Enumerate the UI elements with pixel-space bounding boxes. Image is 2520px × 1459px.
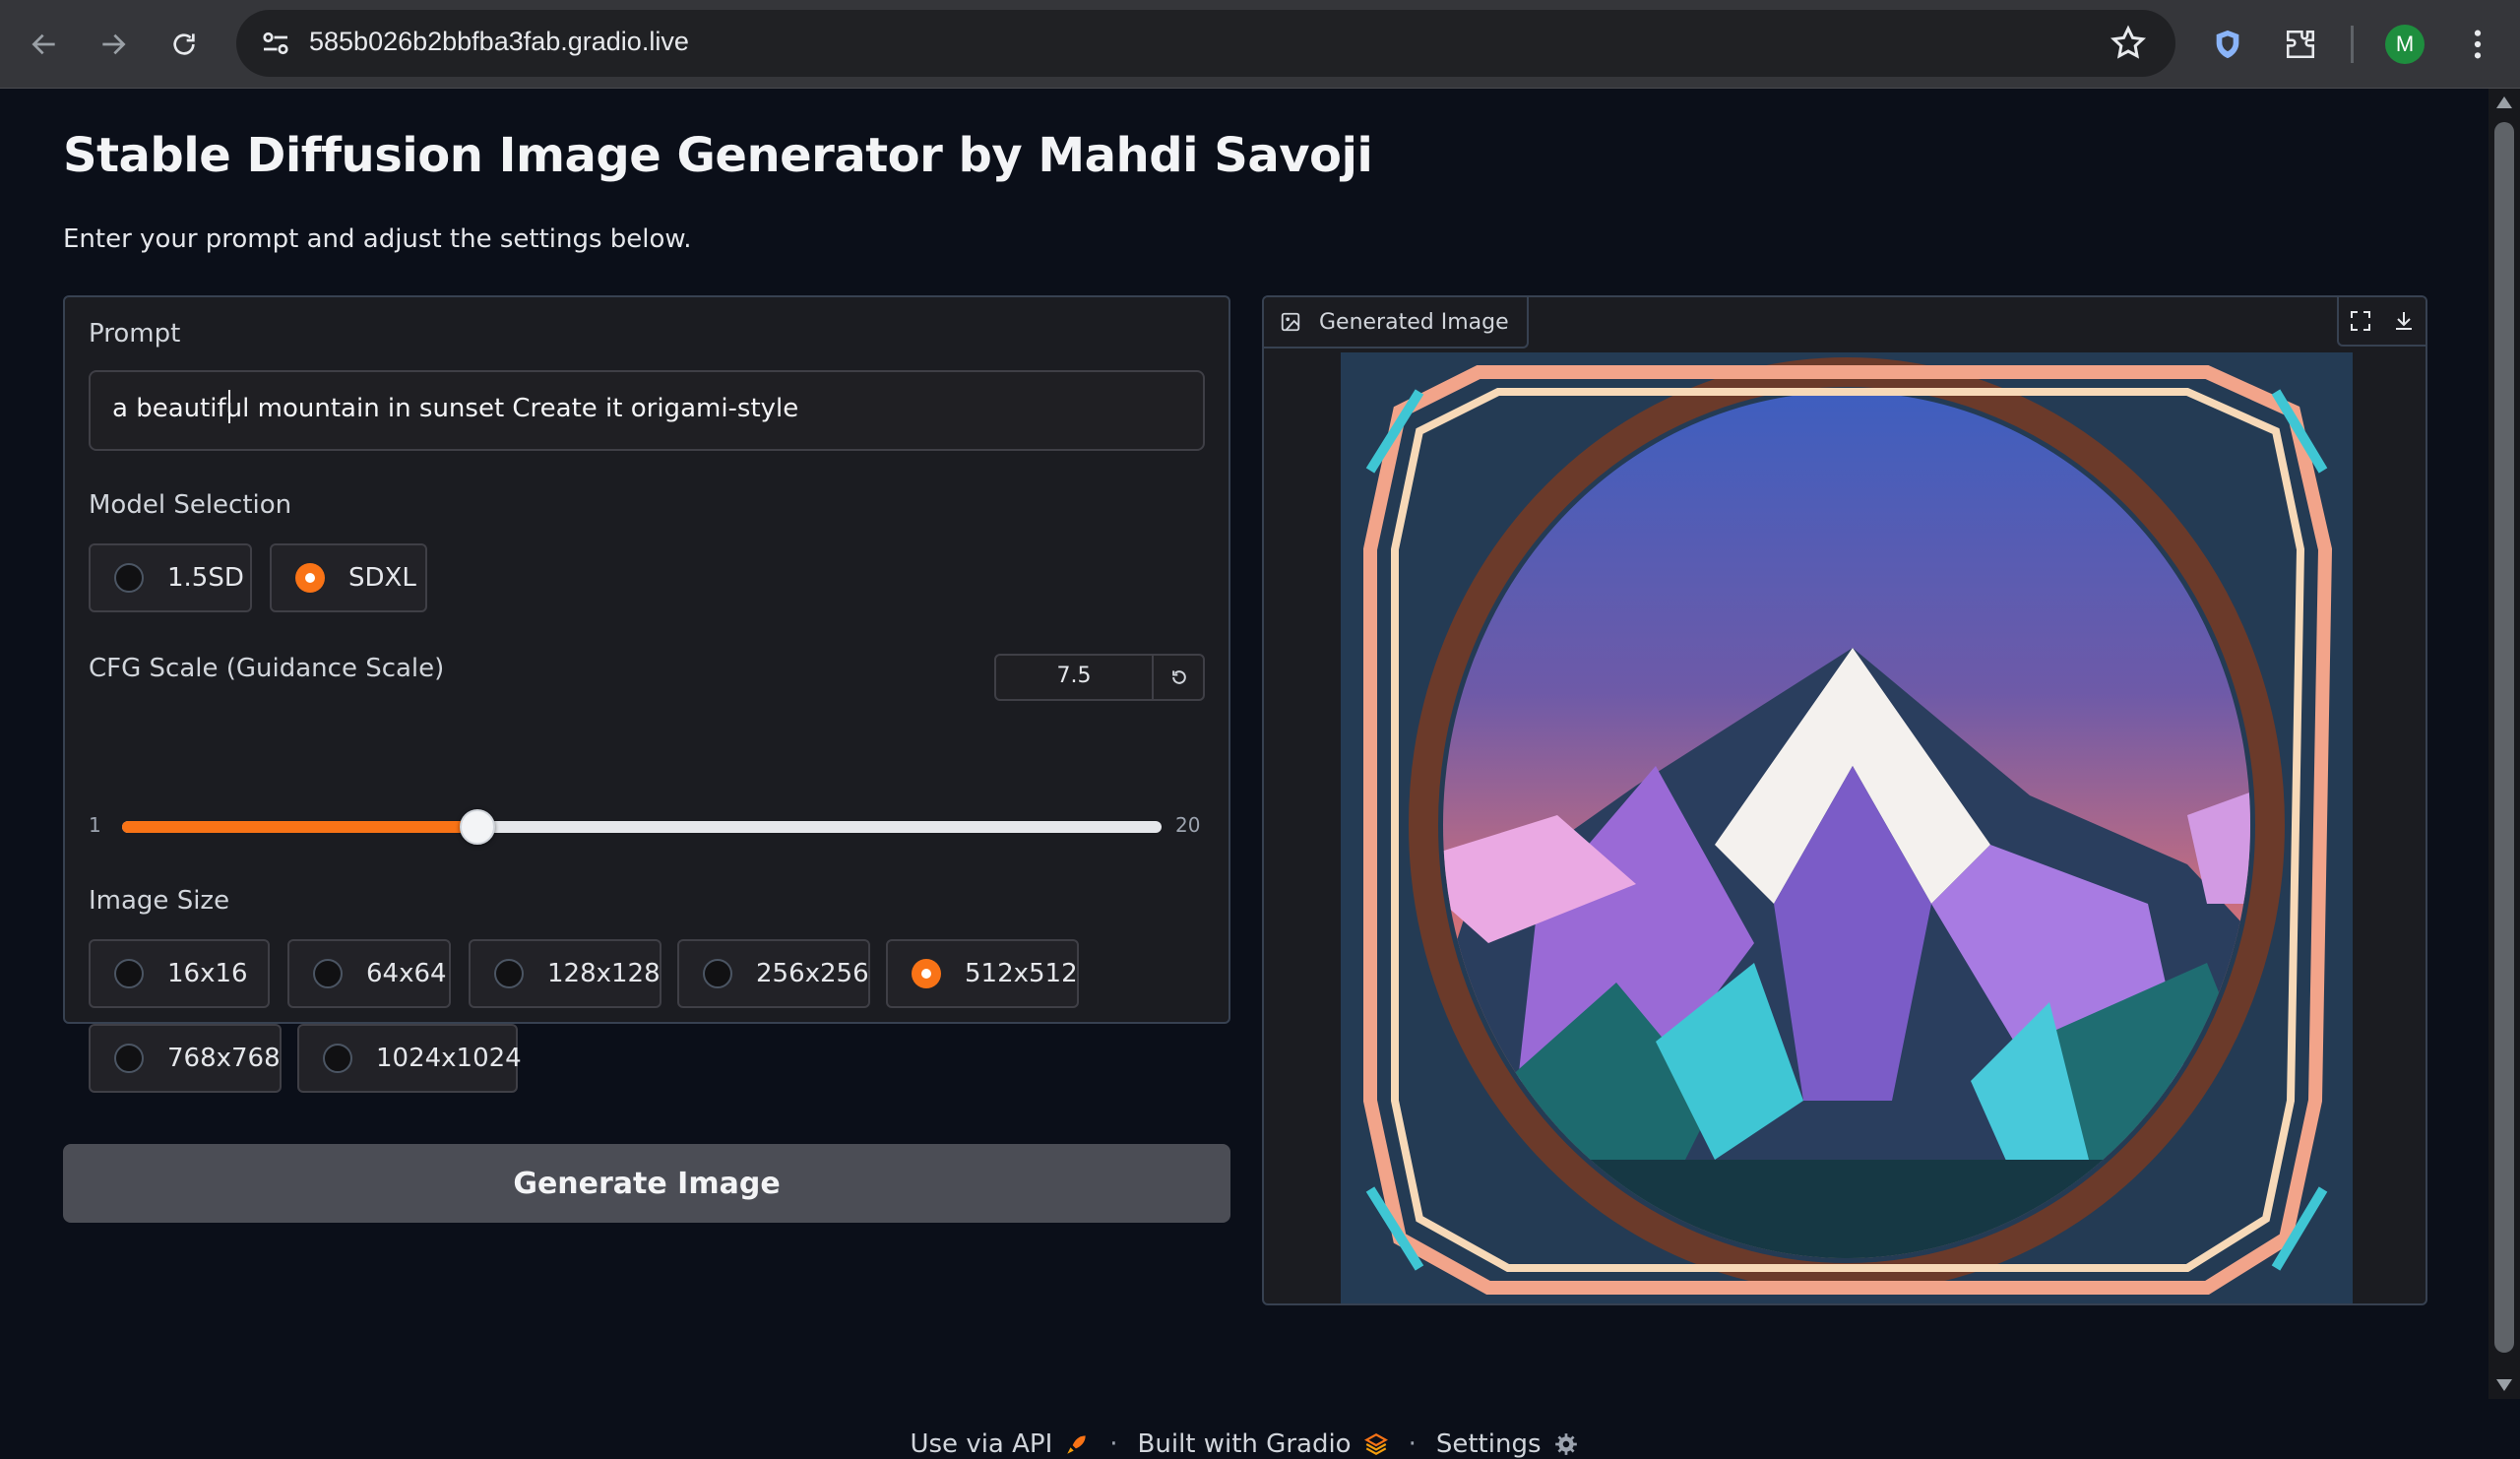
size-option-16x16[interactable]: 16x16 [89,939,270,1008]
radio-circle[interactable] [494,959,524,988]
size-option-label: 16x16 [167,959,248,988]
image-label-tag: Generated Image [1264,297,1529,349]
download-button[interactable] [2382,297,2426,345]
size-option-64x64[interactable]: 64x64 [287,939,451,1008]
fullscreen-button[interactable] [2339,297,2382,345]
generated-image [1341,352,2353,1303]
size-option-1024x1024[interactable]: 1024x1024 [297,1024,522,1093]
toolbar-divider [2351,26,2354,63]
size-option-label: 128x128 [547,959,661,988]
browser-menu-button[interactable] [2451,18,2504,71]
gear-icon[interactable] [1553,1431,1579,1457]
reset-button[interactable] [1160,662,1199,693]
radio-circle-selected[interactable] [912,959,941,988]
model-option-label: SDXL [348,563,416,593]
numbox-divider [1152,656,1154,699]
footer-separator: · [1408,1429,1417,1459]
profile-button[interactable]: M [2378,18,2431,71]
address-bar[interactable]: 585b026b2bbfba3fab.gradio.live [236,10,2175,77]
puzzle-icon [2286,30,2315,59]
slider-max-label: 20 [1175,813,1201,837]
footer-separator: · [1109,1429,1118,1459]
shield-icon [2216,30,2239,59]
image-icon [1281,312,1300,332]
gradio-app: Stable Diffusion Image Generator by Mahd… [0,89,2488,1459]
slider-min-label: 1 [89,813,101,837]
avatar: M [2385,25,2425,64]
page-subtitle: Enter your prompt and adjust the setting… [63,224,692,254]
rocket-icon [1067,1435,1086,1454]
reload-button[interactable] [159,20,209,69]
cfg-number-input[interactable]: 7.5 [994,654,1205,701]
size-option-512x512[interactable]: 512x512 [886,939,1079,1008]
kebab-menu-icon [2474,30,2482,59]
size-option-768x768[interactable]: 768x768 [89,1024,282,1093]
fullscreen-icon [2351,311,2370,331]
radio-circle[interactable] [323,1044,352,1073]
gradio-logo-icon [1363,1433,1388,1455]
forward-button[interactable] [89,20,138,69]
model-option-1-5sd[interactable]: 1.5SD [89,543,252,612]
prompt-label: Prompt [89,319,181,349]
download-icon [2396,312,2412,330]
arrow-left-icon [32,33,55,55]
back-button[interactable] [20,20,69,69]
settings-panel: Prompt a beautiful mountain in sunset Cr… [63,295,1230,1093]
radio-circle[interactable] [313,959,343,988]
scroll-down-arrow-icon[interactable] [2496,1379,2512,1391]
extensions-button[interactable] [2274,18,2327,71]
image-size-label: Image Size [89,886,230,916]
size-option-256x256[interactable]: 256x256 [677,939,870,1008]
extension-shield-button[interactable] [2201,18,2254,71]
cfg-slider-fill [122,821,478,833]
model-selection-label: Model Selection [89,490,292,520]
size-option-label: 768x768 [167,1044,281,1073]
arrow-right-icon [102,33,126,55]
cfg-value[interactable]: 7.5 [996,664,1152,688]
prompt-input[interactable]: a beautiful mountain in sunset Create it… [89,370,1205,451]
size-option-label: 64x64 [366,959,447,988]
bookmark-star-icon[interactable] [2109,24,2148,63]
generated-image-panel: Generated Image [1262,295,2427,1305]
image-actions [2337,297,2426,347]
radio-circle-selected[interactable] [295,563,325,593]
model-option-label: 1.5SD [167,563,244,593]
generate-image-button[interactable]: Generate Image [63,1144,1230,1223]
built-with-gradio-link[interactable]: Built with Gradio [1138,1429,1352,1459]
page-scrollbar[interactable] [2488,89,2520,1399]
image-label: Generated Image [1319,309,1509,335]
size-option-label: 256x256 [756,959,869,988]
radio-circle[interactable] [114,1044,144,1073]
size-option-label: 512x512 [965,959,1078,988]
radio-circle[interactable] [114,563,144,593]
use-via-api-link[interactable]: Use via API [910,1429,1052,1459]
browser-toolbar: 585b026b2bbfba3fab.gradio.live M [0,0,2520,89]
scrollbar-thumb[interactable] [2494,122,2514,1353]
radio-circle[interactable] [703,959,732,988]
page-title: Stable Diffusion Image Generator by Mahd… [63,128,1373,183]
settings-link[interactable]: Settings [1436,1429,1542,1459]
footer: Use via API · Built with Gradio · Settin… [0,1429,2488,1459]
cfg-slider-track[interactable] [122,809,1162,845]
size-option-128x128[interactable]: 128x128 [469,939,662,1008]
cfg-slider-thumb[interactable] [460,809,496,845]
radio-circle[interactable] [114,959,144,988]
reload-icon [173,33,195,55]
cfg-scale-label: CFG Scale (Guidance Scale) [89,654,445,683]
prompt-value[interactable]: a beautiful mountain in sunset Create it… [112,394,798,423]
url-text[interactable]: 585b026b2bbfba3fab.gradio.live [309,27,689,57]
text-cursor [228,390,230,423]
model-option-sdxl[interactable]: SDXL [270,543,427,612]
site-settings-icon[interactable] [258,26,293,61]
scroll-up-arrow-icon[interactable] [2496,96,2512,108]
reset-icon [1172,670,1186,684]
size-option-label: 1024x1024 [376,1044,522,1073]
